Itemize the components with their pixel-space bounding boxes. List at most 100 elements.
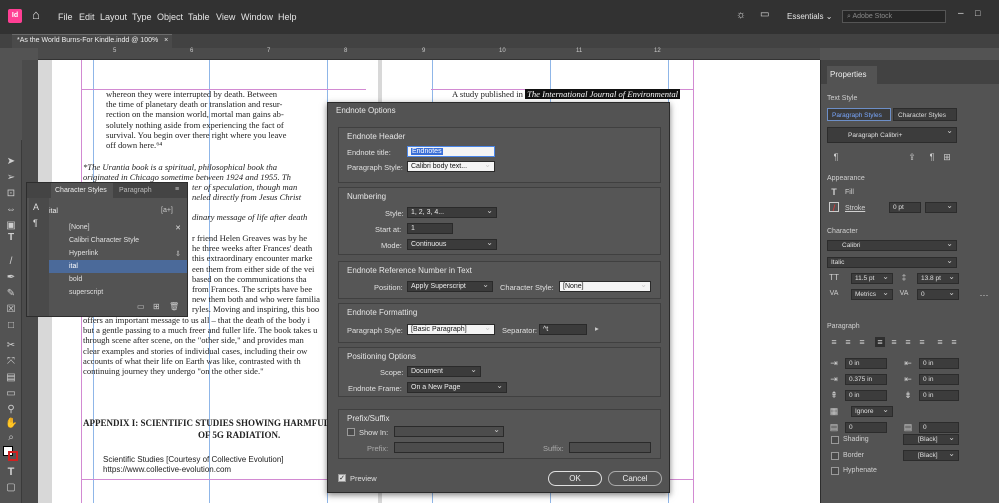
mode-dropdown[interactable]: Continuous <box>407 239 497 250</box>
close-icon[interactable]: × <box>164 37 168 44</box>
home-icon[interactable]: ⌂ <box>32 8 46 22</box>
show-in-checkbox[interactable] <box>347 428 355 436</box>
tab-paragraph-styles[interactable]: Paragraph Styles <box>827 108 891 121</box>
stroke-type-dropdown[interactable] <box>925 202 957 213</box>
show-in-dropdown[interactable] <box>394 426 504 437</box>
align-away-icon[interactable]: ≡ <box>949 337 959 347</box>
menu-type[interactable]: Type <box>132 12 152 22</box>
tab-character-styles-prop[interactable]: Character Styles <box>893 108 957 121</box>
tracking-field[interactable]: 0 <box>917 289 959 300</box>
right-indent-field[interactable]: 0 in <box>919 358 959 369</box>
shading-checkbox[interactable] <box>831 436 839 444</box>
credit-line[interactable]: Scientific Studies [Courtesy of Collecti… <box>103 455 284 465</box>
selection-tool-icon[interactable]: ➤ <box>5 156 17 168</box>
last-indent-field[interactable]: 0 in <box>919 374 959 385</box>
font-style-dropdown[interactable]: Italic <box>827 257 957 268</box>
free-transform-icon[interactable]: ⤧ <box>5 356 17 368</box>
hand-icon[interactable]: ✋ <box>5 418 17 430</box>
fill-text-icon[interactable]: T <box>829 187 839 197</box>
drop-cap-lines-field[interactable]: 0 <box>845 422 887 433</box>
gap-tool-icon[interactable]: ⇔ <box>5 204 17 216</box>
align-center-icon[interactable]: ≡ <box>843 337 853 347</box>
separator-input[interactable]: ^t <box>539 324 587 335</box>
endnote-title-input[interactable]: Endnotes <box>407 146 495 157</box>
formatting-text-icon[interactable]: T <box>5 466 17 478</box>
pencil-tool-icon[interactable]: ✎ <box>5 288 17 300</box>
lightbulb-icon[interactable]: ☼ <box>736 9 748 23</box>
menu-view[interactable]: View <box>216 12 235 22</box>
panel-menu-icon[interactable]: ≡ <box>175 186 179 193</box>
start-at-input[interactable]: 1 <box>407 223 453 234</box>
space-before-field[interactable]: 0 in <box>845 390 887 401</box>
content-collector-icon[interactable]: ▣ <box>5 220 17 232</box>
align-left-icon[interactable]: ≡ <box>829 337 839 347</box>
style-search-value[interactable]: ital <box>49 208 58 215</box>
fill-stroke-swatch[interactable] <box>3 446 18 461</box>
kerning-field[interactable]: Metrics <box>851 289 893 300</box>
align-right-icon[interactable]: ≡ <box>857 337 867 347</box>
justify-center-icon[interactable]: ≡ <box>889 337 899 347</box>
clear-override-icon[interactable]: ✕ <box>175 224 181 232</box>
menu-layout[interactable]: Layout <box>100 12 127 22</box>
style-ital[interactable]: ital <box>49 260 187 273</box>
app-icon[interactable]: Id <box>8 9 22 23</box>
justify-all-icon[interactable]: ≡ <box>917 337 927 347</box>
font-size-field[interactable]: 11.5 pt <box>851 273 893 284</box>
menu-window[interactable]: Window <box>241 12 273 22</box>
dialog-title[interactable]: Endnote Options <box>328 103 669 118</box>
justify-right-icon[interactable]: ≡ <box>903 337 913 347</box>
body-paragraph-cont[interactable]: r friend Helen Greaves was by he he thre… <box>192 233 320 315</box>
tab-character-styles[interactable]: Character Styles <box>51 183 113 198</box>
eyedropper-icon[interactable]: ⚲ <box>5 404 17 416</box>
space-after-field[interactable]: 0 in <box>919 390 959 401</box>
tab-paragraph[interactable]: Paragraph <box>119 187 152 194</box>
appendix-heading[interactable]: APPENDIX I: SCIENTIFIC STUDIES SHOWING H… <box>83 418 367 428</box>
direct-selection-icon[interactable]: ➢ <box>5 172 17 184</box>
arrange-icon[interactable]: ▭ <box>760 9 774 23</box>
rectangle-frame-icon[interactable]: ☒ <box>5 304 17 316</box>
style-superscript[interactable]: superscript <box>49 286 187 299</box>
new-style-icon[interactable]: ⊞ <box>153 302 160 311</box>
hyphenate-checkbox[interactable] <box>831 467 839 475</box>
left-indent-field[interactable]: 0 in <box>845 358 887 369</box>
create-style-icon[interactable]: ⇪ <box>907 152 917 162</box>
normal-mode-icon[interactable]: ▢ <box>5 482 17 494</box>
first-indent-field[interactable]: 0.375 in <box>845 374 887 385</box>
align-spine-icon[interactable]: ≡ <box>935 337 945 347</box>
font-family-dropdown[interactable]: Calibri <box>827 240 957 251</box>
menu-file[interactable]: File <box>58 12 73 22</box>
stroke-none-icon[interactable]: / <box>829 202 839 213</box>
endnote-frame-dropdown[interactable]: On a New Page <box>407 382 507 393</box>
ok-button[interactable]: OK <box>548 471 602 486</box>
zoom-icon[interactable]: ⌕ <box>5 432 17 444</box>
filter-icon[interactable]: [a+] <box>161 207 173 214</box>
menu-help[interactable]: Help <box>278 12 297 22</box>
grid-align-dropdown[interactable]: Ignore <box>851 406 893 417</box>
tab-properties[interactable]: Properties <box>827 66 877 84</box>
body-paragraph[interactable]: whereon they were interrupted by death. … <box>106 89 286 150</box>
menu-table[interactable]: Table <box>188 12 210 22</box>
position-dropdown[interactable]: Apply Superscript <box>407 281 493 292</box>
more-options-icon[interactable]: ⋯ <box>979 290 989 300</box>
border-color-dropdown[interactable]: [Black] <box>903 450 959 461</box>
stroke-weight-field[interactable]: 0 pt <box>889 202 921 213</box>
menu-object[interactable]: Object <box>157 12 183 22</box>
header-paragraph-style-dropdown[interactable]: Calibri body text... <box>407 161 495 172</box>
style-hyperlink[interactable]: Hyperlink ⇩ <box>49 247 187 260</box>
selected-text[interactable]: The International Journal of Environment… <box>525 89 681 99</box>
footnote-paragraph[interactable]: *The Urantia book is a spiritual, philos… <box>83 162 291 182</box>
rectangle-tool-icon[interactable]: □ <box>5 320 17 332</box>
new-style-icon[interactable]: ⊞ <box>942 152 952 162</box>
body-paragraph-lower[interactable]: offers an important message to us all – … <box>83 315 317 376</box>
horizontal-ruler[interactable]: 5 6 7 8 9 10 11 12 <box>38 48 820 60</box>
scissors-icon[interactable]: ✂ <box>5 340 17 352</box>
gradient-icon[interactable]: ▤ <box>5 372 17 384</box>
workspace-switcher[interactable]: Essentials ⌄ <box>787 12 832 21</box>
stroke-swatch[interactable] <box>8 451 18 461</box>
numbering-style-dropdown[interactable]: 1, 2, 3, 4... <box>407 207 497 218</box>
page-tool-icon[interactable]: ⊡ <box>5 188 17 200</box>
credit-url[interactable]: https://www.collective-evolution.com <box>103 465 231 475</box>
special-chars-arrow-icon[interactable]: ▸ <box>595 324 599 333</box>
paragraph-style-dropdown[interactable]: Paragraph Calibri+ <box>827 127 957 143</box>
prefix-input[interactable] <box>394 442 504 453</box>
